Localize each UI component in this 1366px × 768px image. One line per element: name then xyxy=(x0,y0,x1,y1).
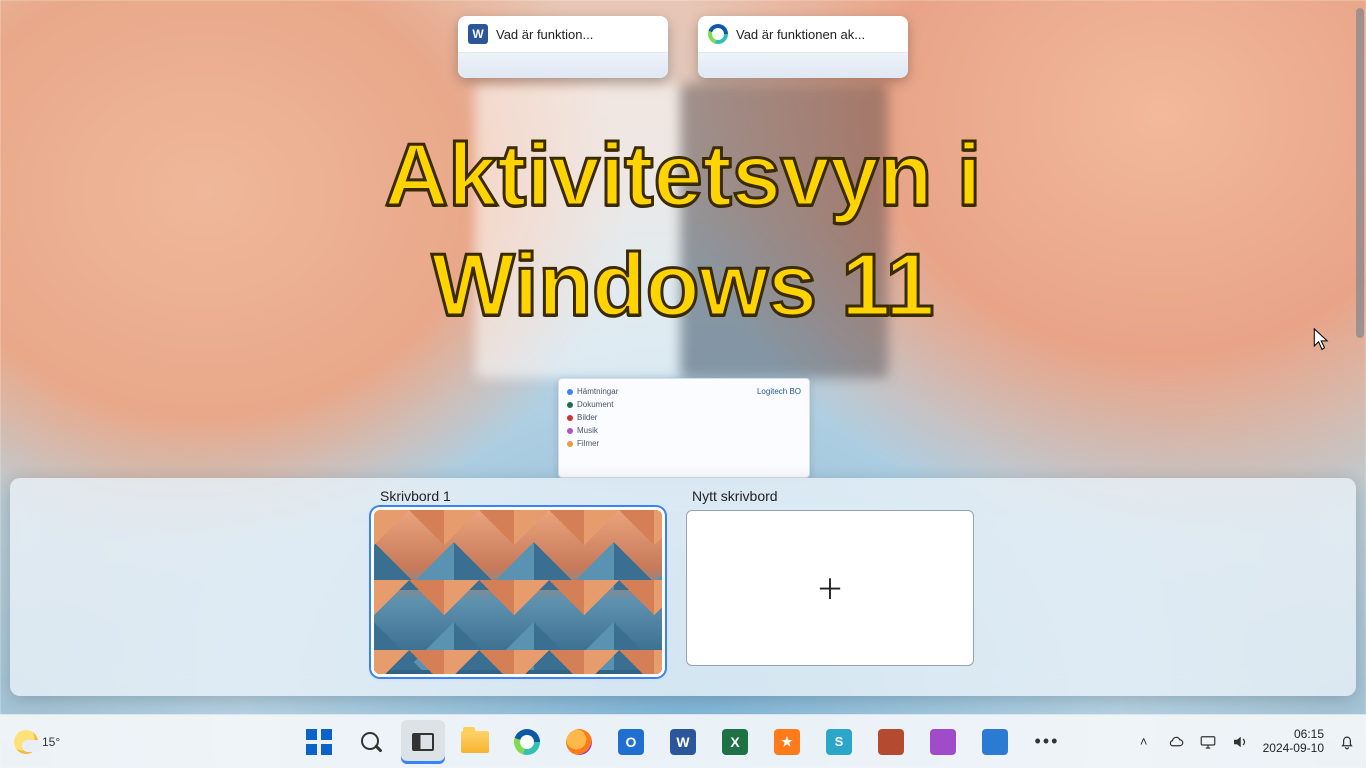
affinity-publisher-icon xyxy=(878,729,904,755)
weather-widget[interactable]: 15° xyxy=(14,730,60,754)
virtual-desktop-label: Skrivbord 1 xyxy=(374,488,662,504)
word-icon: W xyxy=(670,729,696,755)
foxit-icon: ★ xyxy=(774,729,800,755)
affinity-photo-icon xyxy=(930,729,956,755)
taskbar: 15° O W X ★ S ••• ˄ 06:15 2024-09-10 xyxy=(0,714,1366,768)
blurred-window-preview xyxy=(680,84,888,378)
snagit-icon: S xyxy=(826,729,852,755)
volume-tray-icon[interactable] xyxy=(1231,733,1249,751)
list-item: Filmer xyxy=(577,439,599,448)
speaker-icon xyxy=(1231,733,1249,751)
taskbar-time: 06:15 xyxy=(1263,728,1324,742)
overflow-button[interactable]: ••• xyxy=(1025,720,1069,764)
tray-overflow-button[interactable]: ˄ xyxy=(1135,733,1153,751)
virtual-desktop-item: Nytt skrivbord ＋ xyxy=(686,488,974,666)
list-item: Hämtningar xyxy=(577,387,618,396)
windows-icon xyxy=(306,729,332,755)
outlook-button[interactable]: O xyxy=(609,720,653,764)
display-tray-icon[interactable] xyxy=(1199,733,1217,751)
clock-area[interactable]: 06:15 2024-09-10 xyxy=(1263,728,1324,756)
word-button[interactable]: W xyxy=(661,720,705,764)
cloud-icon xyxy=(1167,733,1185,751)
task-view-icon xyxy=(412,733,434,751)
excel-icon: X xyxy=(722,729,748,755)
blurred-window-preview xyxy=(475,84,683,378)
vertical-scrollbar[interactable] xyxy=(1356,8,1364,700)
weather-icon xyxy=(14,730,38,754)
task-view-card-title: Vad är funktionen ak... xyxy=(736,27,898,42)
notifications-button[interactable] xyxy=(1338,733,1356,751)
task-view-card-thumbnail xyxy=(458,52,668,78)
scrollbar-thumb[interactable] xyxy=(1356,8,1364,338)
task-view-card-title: Vad är funktion... xyxy=(496,27,658,42)
outlook-icon: O xyxy=(618,729,644,755)
word-icon: W xyxy=(468,24,488,44)
file-explorer-button[interactable] xyxy=(453,720,497,764)
taskbar-date: 2024-09-10 xyxy=(1263,742,1324,756)
list-item: Musik xyxy=(577,426,598,435)
task-view-card-word[interactable]: W Vad är funktion... xyxy=(458,16,668,78)
task-view-card-edge[interactable]: Vad är funktionen ak... xyxy=(698,16,908,78)
bell-icon xyxy=(1338,733,1356,751)
edge-icon xyxy=(708,24,728,44)
search-icon xyxy=(360,731,382,753)
search-button[interactable] xyxy=(349,720,393,764)
snagit-button[interactable]: S xyxy=(817,720,861,764)
firefox-button[interactable] xyxy=(557,720,601,764)
task-view-open-windows: W Vad är funktion... Vad är funktionen a… xyxy=(0,16,1366,78)
task-view-card-thumbnail xyxy=(698,52,908,78)
device-label: Logitech BO xyxy=(757,387,801,396)
monitor-icon xyxy=(1199,733,1217,751)
more-icon: ••• xyxy=(1035,731,1060,752)
affinity-photo-button[interactable] xyxy=(921,720,965,764)
task-view-button[interactable] xyxy=(401,720,445,764)
virtual-desktops-panel: Skrivbord 1 Nytt skrivbord ＋ xyxy=(10,478,1356,696)
foxit-reader-button[interactable]: ★ xyxy=(765,720,809,764)
firefox-icon xyxy=(566,729,592,755)
affinity-designer-button[interactable] xyxy=(973,720,1017,764)
new-desktop-label: Nytt skrivbord xyxy=(686,488,974,504)
affinity-publisher-button[interactable] xyxy=(869,720,913,764)
folder-icon xyxy=(461,731,489,753)
plus-icon: ＋ xyxy=(816,568,844,608)
virtual-desktop-item: Skrivbord 1 xyxy=(374,488,662,674)
affinity-designer-icon xyxy=(982,729,1008,755)
edge-button[interactable] xyxy=(505,720,549,764)
start-button[interactable] xyxy=(297,720,341,764)
onedrive-tray-icon[interactable] xyxy=(1167,733,1185,751)
list-item: Dokument xyxy=(577,400,613,409)
list-item: Bilder xyxy=(577,413,597,422)
desktop-thumbnail-wallpaper xyxy=(374,510,662,674)
window-thumbnail-explorer[interactable]: Hämtningar Logitech BO Dokument Bilder Mu… xyxy=(558,378,810,478)
new-desktop-button[interactable]: ＋ xyxy=(686,510,974,666)
excel-button[interactable]: X xyxy=(713,720,757,764)
weather-temp: 15° xyxy=(42,735,60,749)
edge-icon xyxy=(514,729,540,755)
virtual-desktop-current[interactable] xyxy=(374,510,662,674)
